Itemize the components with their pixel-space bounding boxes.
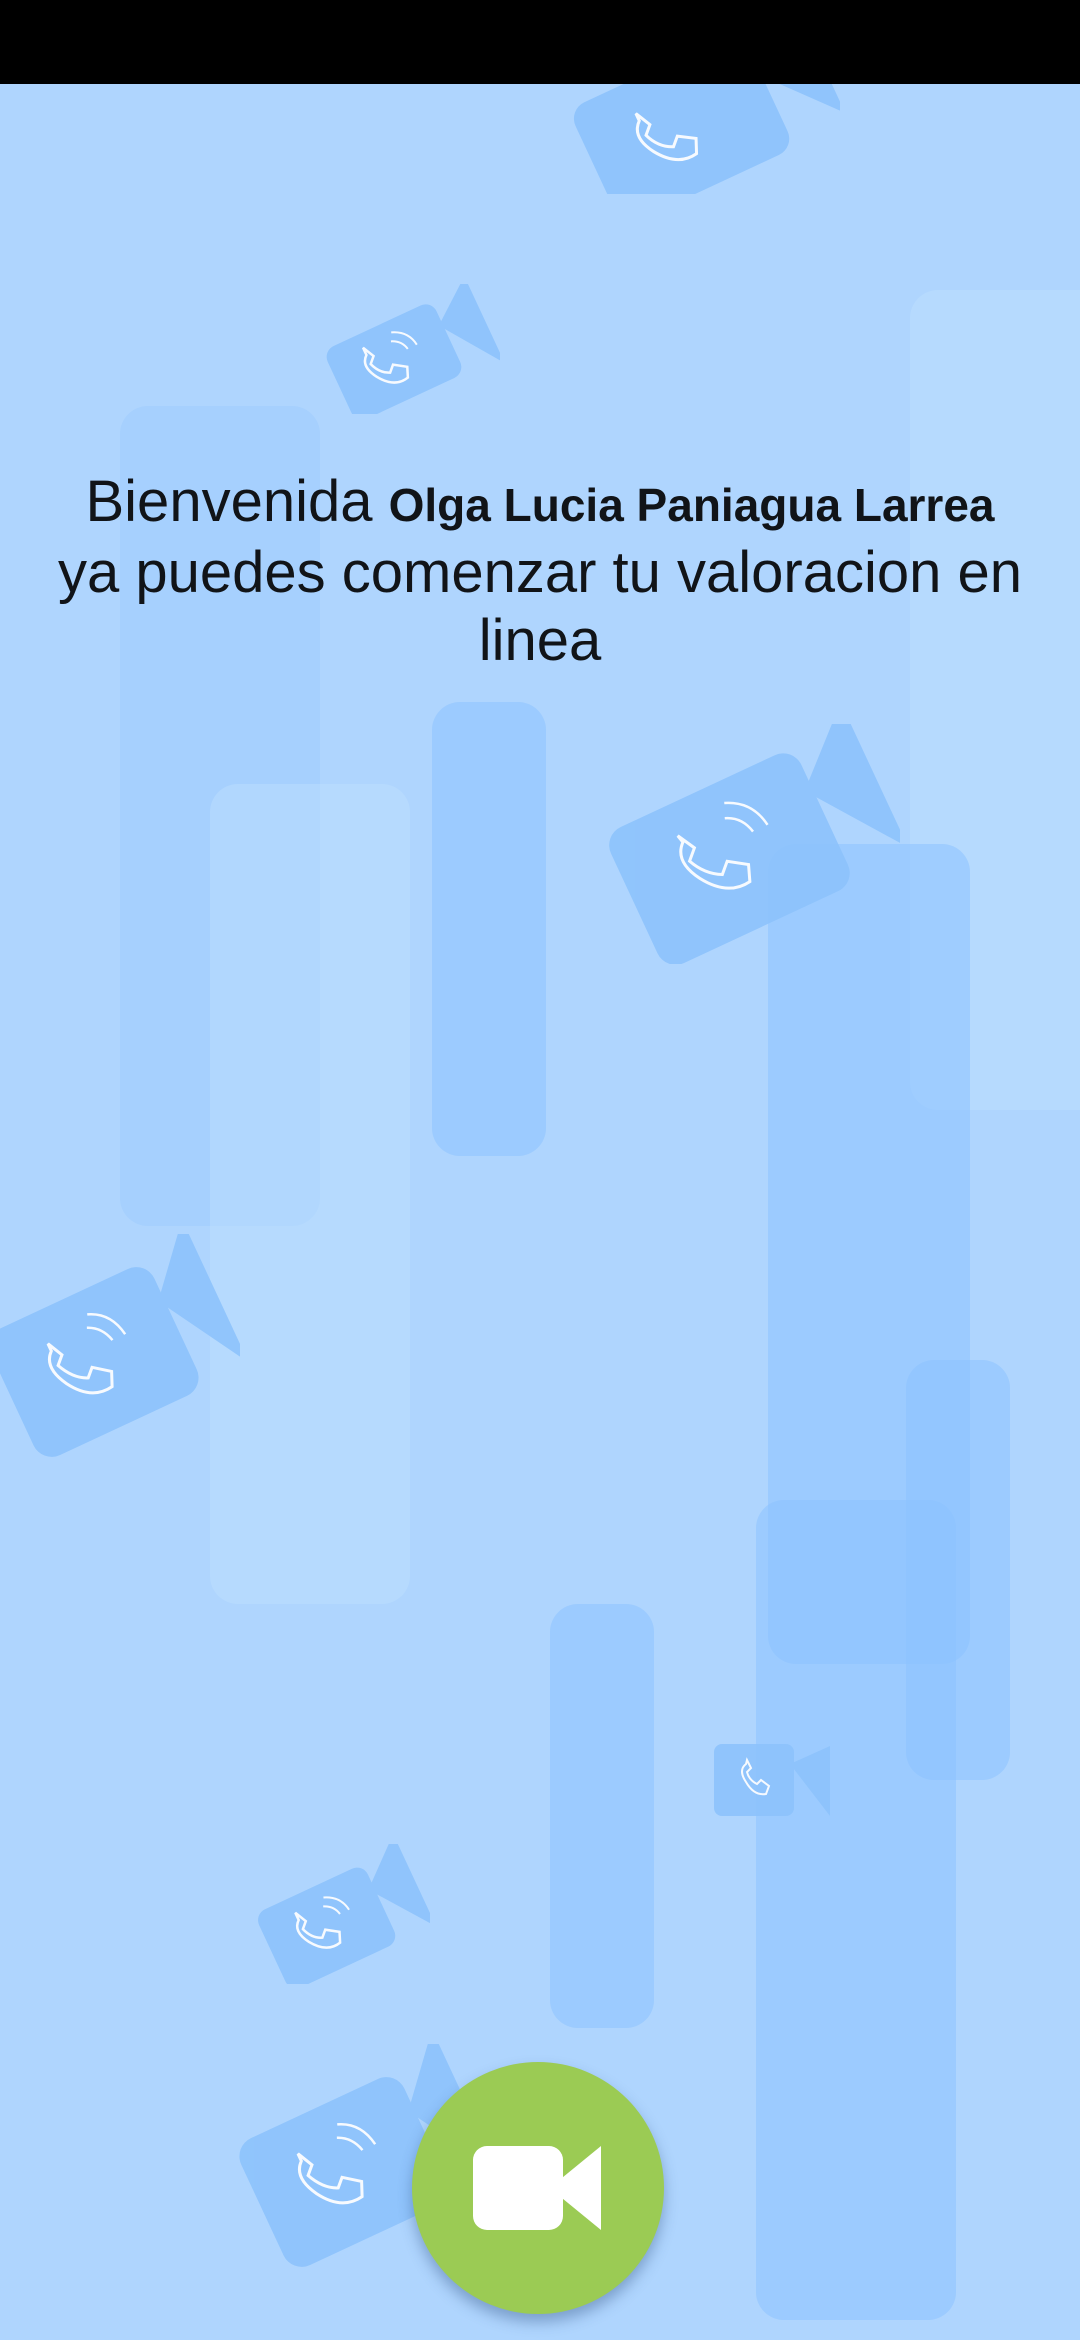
video-call-icon xyxy=(258,1844,430,1984)
decorative-bar xyxy=(756,1500,956,2320)
video-call-icon xyxy=(0,1234,240,1457)
video-call-icon xyxy=(609,724,900,964)
video-call-icon xyxy=(573,84,840,194)
decorative-bar xyxy=(432,702,546,1156)
user-name: Olga Lucia Paniagua Larrea xyxy=(388,479,995,531)
video-camera-icon xyxy=(473,2146,601,2230)
decorative-bar xyxy=(210,784,410,1604)
decorative-bar xyxy=(550,1604,654,2028)
start-video-call-button[interactable] xyxy=(412,2062,664,2314)
video-call-icon xyxy=(714,1744,830,1816)
greeting-text: Bienvenida xyxy=(85,469,373,534)
video-call-icon xyxy=(326,284,500,414)
welcome-message: Bienvenida Olga Lucia Paniagua Larrea ya… xyxy=(40,468,1040,675)
welcome-subtitle: ya puedes comenzar tu valoracion en line… xyxy=(57,540,1023,673)
status-bar xyxy=(0,0,1080,84)
background-pattern xyxy=(0,84,1080,2340)
